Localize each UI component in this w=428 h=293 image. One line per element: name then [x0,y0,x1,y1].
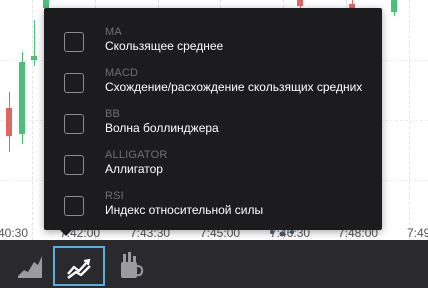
indicators-button[interactable] [53,246,105,286]
indicators-icon [67,258,91,279]
indicator-code: BB [105,108,121,120]
drawing-tools-icon [121,252,144,278]
drawing-tools-button[interactable] [110,240,154,288]
indicator-checkbox[interactable] [64,114,84,134]
indicator-item-macd[interactable]: MACD Схождение/расхождение скользящих ср… [64,67,374,107]
indicator-name: Аллигатор [105,162,163,176]
indicator-name: Волна боллинджера [105,121,219,135]
indicator-code: RSI [105,190,124,202]
indicators-menu: MA Скользящее среднее MACD Схождение/рас… [44,8,382,236]
indicator-code: ALLIGATOR [105,149,168,161]
indicator-checkbox[interactable] [64,73,84,93]
indicator-item-rsi[interactable]: RSI Индекс относительной силы [64,190,374,230]
indicator-name: Скользящее среднее [105,39,224,53]
indicator-item-bb[interactable]: BB Волна боллинджера [64,108,374,148]
indicator-code: MA [105,26,122,38]
area-chart-icon [18,256,42,278]
indicator-item-ma[interactable]: MA Скользящее среднее [64,26,374,66]
indicator-code: MACD [105,67,139,79]
indicator-item-alligator[interactable]: ALLIGATOR Аллигатор [64,149,374,189]
time-axis-tick: 40:30 [0,226,29,240]
time-axis-tick: 7:49 [407,226,428,240]
chart-type-button[interactable] [8,240,52,288]
indicator-checkbox[interactable] [64,32,84,52]
indicator-checkbox[interactable] [64,155,84,175]
indicator-checkbox[interactable] [64,196,84,216]
indicator-name: Схождение/расхождение скользящих средних [105,80,363,94]
indicator-name: Индекс относительной силы [105,203,264,217]
bottom-toolbar [0,240,428,288]
